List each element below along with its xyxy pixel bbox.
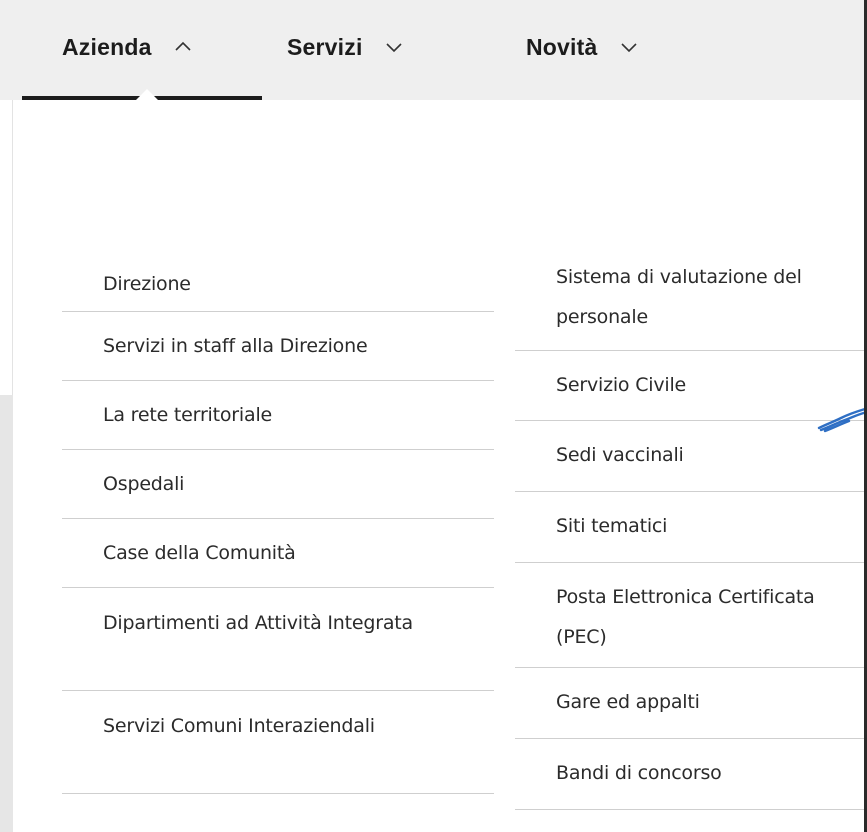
nav-label-azienda: Azienda <box>62 33 152 60</box>
nav-item-azienda[interactable]: Azienda <box>62 0 192 100</box>
active-tab-notch <box>136 89 158 100</box>
nav-item-servizi[interactable]: Servizi <box>287 0 403 100</box>
menu-item-gare-appalti[interactable]: Gare ed appalti <box>515 668 867 739</box>
nav-label-servizi: Servizi <box>287 33 363 60</box>
pen-scribble-mark <box>817 407 867 433</box>
menu-item-pec[interactable]: Posta Elettronica Certificata (PEC) <box>515 563 867 668</box>
chevron-down-icon <box>620 38 638 56</box>
left-edge-scroll-shade <box>0 395 13 832</box>
top-navigation-bar: Azienda Servizi Novità <box>0 0 867 100</box>
dropdown-right-column: Sistema di valutazione del personale Ser… <box>515 246 867 810</box>
menu-item-siti-tematici[interactable]: Siti tematici <box>515 492 867 563</box>
chevron-down-icon <box>385 38 403 56</box>
menu-item-ospedali[interactable]: Ospedali <box>62 450 494 519</box>
menu-item-rete-territoriale[interactable]: La rete territoriale <box>62 381 494 450</box>
menu-item-direzione[interactable]: Direzione <box>62 246 494 312</box>
menu-item-dipartimenti-attivita-integrata[interactable]: Dipartimenti ad Attività Integrata <box>62 588 494 691</box>
nav-item-novita[interactable]: Novità <box>526 0 638 100</box>
menu-item-bandi-concorso[interactable]: Bandi di concorso <box>515 739 867 810</box>
menu-item-servizi-staff-direzione[interactable]: Servizi in staff alla Direzione <box>62 312 494 381</box>
menu-item-case-comunita[interactable]: Case della Comunità <box>62 519 494 588</box>
nav-label-novita: Novità <box>526 33 598 60</box>
chevron-up-icon <box>174 38 192 56</box>
dropdown-left-column: Direzione Servizi in staff alla Direzion… <box>62 246 494 794</box>
menu-item-valutazione-personale[interactable]: Sistema di valutazione del personale <box>515 246 867 351</box>
menu-item-servizi-comuni-interaziendali[interactable]: Servizi Comuni Interaziendali <box>62 691 494 794</box>
